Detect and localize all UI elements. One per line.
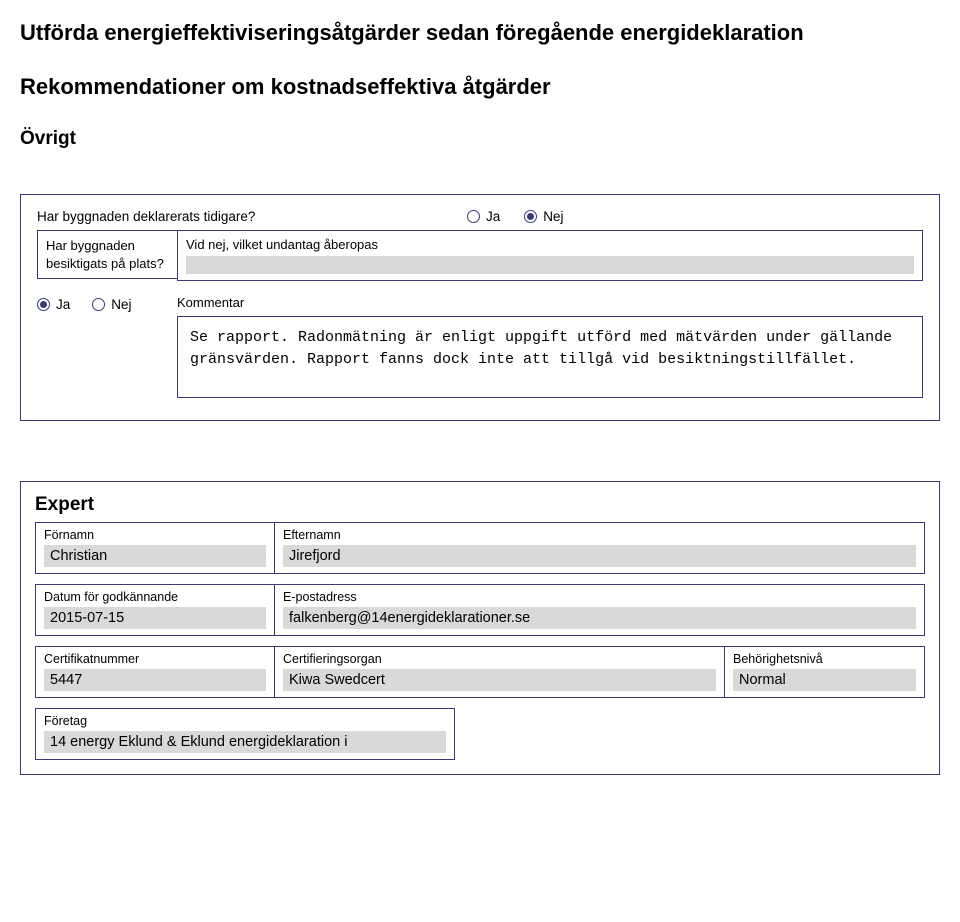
ovrigt-panel: Har byggnaden deklarerats tidigare? Ja N… xyxy=(20,194,940,421)
row-declared-before: Har byggnaden deklarerats tidigare? Ja N… xyxy=(37,209,923,224)
cell-behorighet: Behörighetsnivå Normal xyxy=(725,646,925,698)
radio-inspected-ja-label: Ja xyxy=(56,297,70,312)
radio-declared-ja[interactable] xyxy=(467,210,480,223)
value-certorg[interactable]: Kiwa Swedcert xyxy=(283,669,716,691)
expert-row-datum: Datum för godkännande 2015-07-15 E-posta… xyxy=(35,584,925,636)
value-epost[interactable]: falkenberg@14energideklarationer.se xyxy=(283,607,916,629)
expert-row-foretag: Företag 14 energy Eklund & Eklund energi… xyxy=(35,708,925,760)
value-fornamn[interactable]: Christian xyxy=(44,545,266,567)
label-efternamn: Efternamn xyxy=(283,528,916,542)
label-certnr: Certifikatnummer xyxy=(44,652,266,666)
radio-inspected-ja[interactable] xyxy=(37,298,50,311)
radios-declared-before: Ja Nej xyxy=(467,209,564,224)
radio-inspected-nej-label: Nej xyxy=(111,297,131,312)
label-behorighet: Behörighetsnivå xyxy=(733,652,916,666)
cell-fornamn: Förnamn Christian xyxy=(35,522,275,574)
radio-declared-nej-label: Nej xyxy=(543,209,563,224)
expert-row-cert: Certifikatnummer 5447 Certifieringsorgan… xyxy=(35,646,925,698)
value-datum[interactable]: 2015-07-15 xyxy=(44,607,266,629)
expert-row-name: Förnamn Christian Efternamn Jirefjord xyxy=(35,522,925,574)
expert-title: Expert xyxy=(35,494,925,516)
ovrigt-title: Övrigt xyxy=(20,128,940,150)
radio-declared-nej[interactable] xyxy=(524,210,537,223)
label-declared-before: Har byggnaden deklarerats tidigare? xyxy=(37,209,467,224)
value-efternamn[interactable]: Jirefjord xyxy=(283,545,916,567)
value-foretag[interactable]: 14 energy Eklund & Eklund energideklarat… xyxy=(44,731,446,753)
cell-datum: Datum för godkännande 2015-07-15 xyxy=(35,584,275,636)
label-kommentar: Kommentar xyxy=(177,295,923,310)
cell-efternamn: Efternamn Jirefjord xyxy=(275,522,925,574)
textarea-kommentar[interactable]: Se rapport. Radonmätning är enligt uppgi… xyxy=(177,316,923,398)
radios-inspected: Ja Nej xyxy=(37,295,177,312)
label-fornamn: Förnamn xyxy=(44,528,266,542)
value-behorighet[interactable]: Normal xyxy=(733,669,916,691)
kommentar-column: Kommentar Se rapport. Radonmätning är en… xyxy=(177,295,923,398)
heading-1: Utförda energieffektiviseringsåtgärder s… xyxy=(20,20,940,46)
value-certnr[interactable]: 5447 xyxy=(44,669,266,691)
input-exception[interactable] xyxy=(186,256,914,274)
cell-epost: E-postadress falkenberg@14energideklarat… xyxy=(275,584,925,636)
radio-inspected-nej[interactable] xyxy=(92,298,105,311)
row-kommentar: Ja Nej Kommentar Se rapport. Radonmätnin… xyxy=(37,295,923,398)
cell-exception: Vid nej, vilket undantag åberopas xyxy=(177,230,923,281)
label-foretag: Företag xyxy=(44,714,446,728)
label-datum: Datum för godkännande xyxy=(44,590,266,604)
label-epost: E-postadress xyxy=(283,590,916,604)
label-certorg: Certifieringsorgan xyxy=(283,652,716,666)
cell-foretag: Företag 14 energy Eklund & Eklund energi… xyxy=(35,708,455,760)
label-inspected: Har byggnaden besiktigats på plats? xyxy=(37,230,177,279)
row-inspected: Har byggnaden besiktigats på plats? Vid … xyxy=(37,230,923,281)
cell-certnr: Certifikatnummer 5447 xyxy=(35,646,275,698)
radio-declared-ja-label: Ja xyxy=(486,209,500,224)
expert-panel: Expert Förnamn Christian Efternamn Jiref… xyxy=(20,481,940,775)
label-exception: Vid nej, vilket undantag åberopas xyxy=(186,237,914,252)
heading-2: Rekommendationer om kostnadseffektiva åt… xyxy=(20,74,940,100)
cell-certorg: Certifieringsorgan Kiwa Swedcert xyxy=(275,646,725,698)
